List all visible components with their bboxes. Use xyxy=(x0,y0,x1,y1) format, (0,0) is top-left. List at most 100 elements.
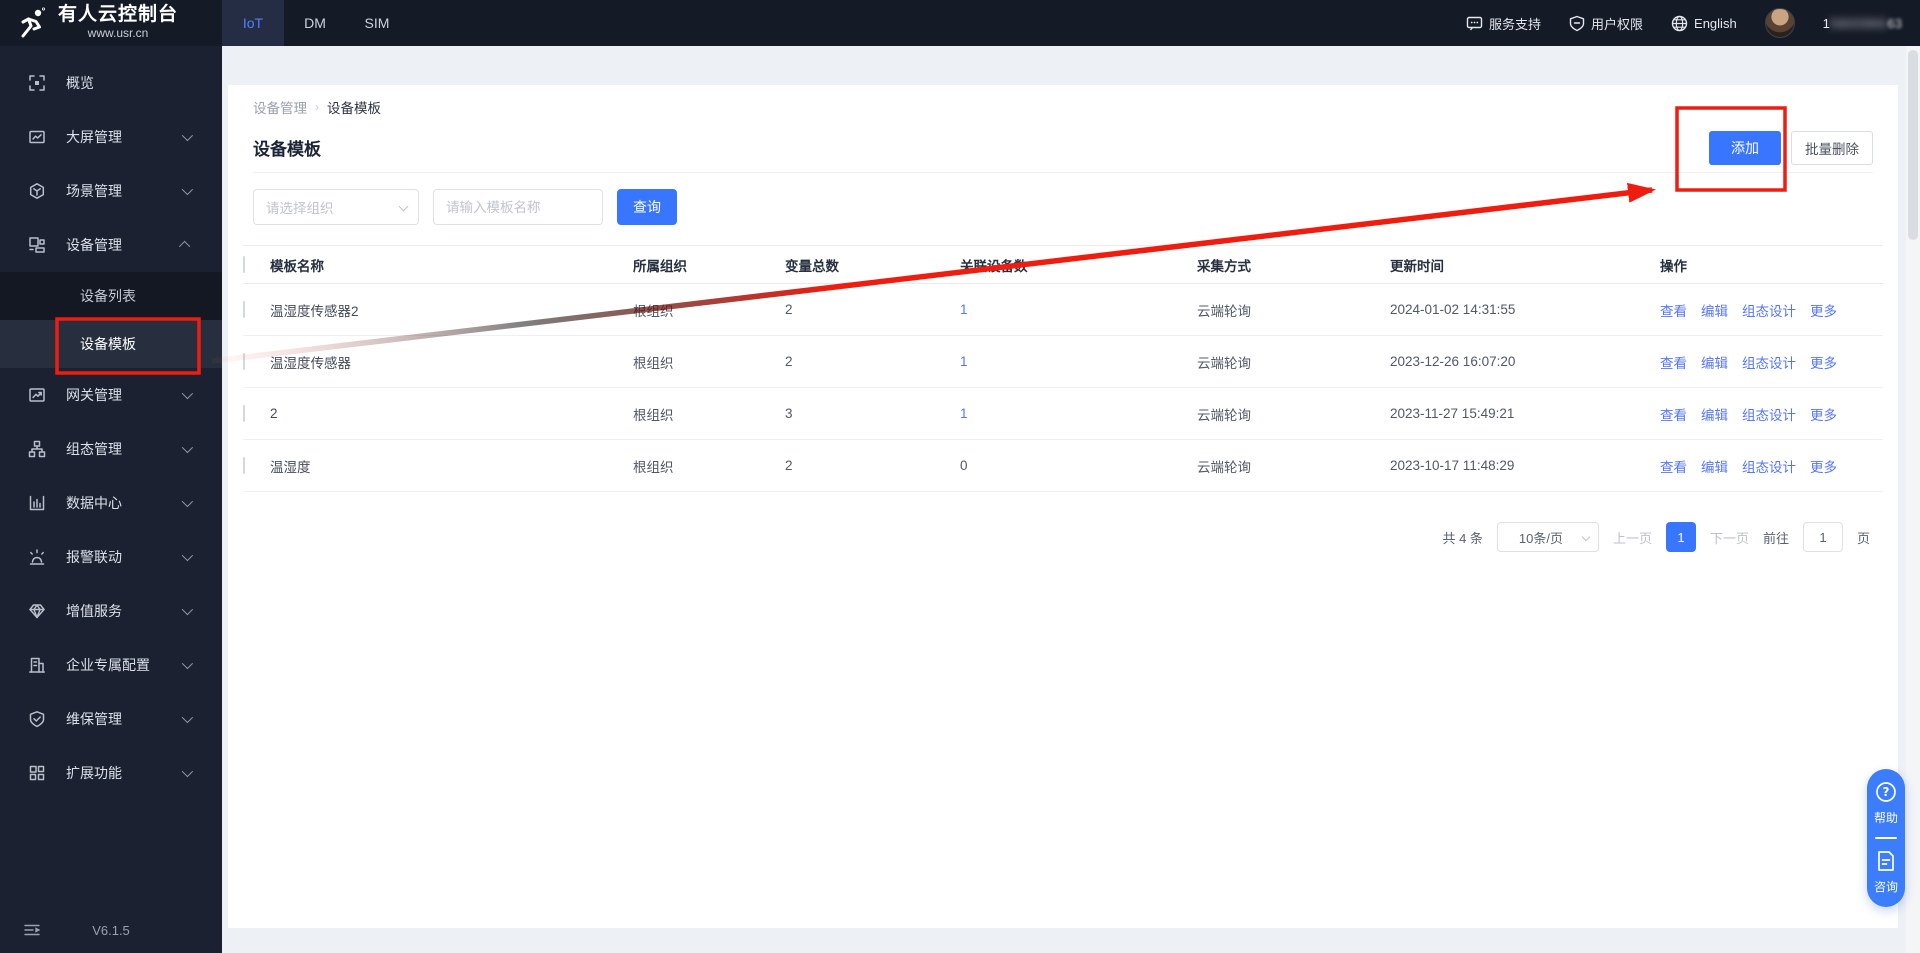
row-action-2[interactable]: 组态设计 xyxy=(1742,404,1796,424)
pagination: 共 4 条 10条/页 上一页 1 下一页 前往 页 xyxy=(253,522,1873,552)
row-checkbox[interactable] xyxy=(243,457,245,474)
cell-var-count: 3 xyxy=(785,406,793,421)
row-checkbox[interactable] xyxy=(243,353,245,370)
row-action-1[interactable]: 编辑 xyxy=(1701,352,1728,372)
sidebar-item-8[interactable]: 增值服务 xyxy=(0,584,222,638)
sidebar-item-7[interactable]: 报警联动 xyxy=(0,530,222,584)
goto-page-input[interactable] xyxy=(1802,522,1843,552)
row-checkbox[interactable] xyxy=(243,405,245,422)
consult-icon[interactable] xyxy=(1876,850,1896,872)
top-tab-sim[interactable]: SIM xyxy=(346,0,408,46)
top-tab-dm[interactable]: DM xyxy=(284,0,346,46)
collapse-sidebar-icon[interactable] xyxy=(24,922,41,938)
row-action-0[interactable]: 查看 xyxy=(1660,352,1687,372)
topbar-link-1[interactable]: 用户权限 xyxy=(1569,14,1643,33)
cell-template-name: 2 xyxy=(270,406,278,421)
sidebar-item-1[interactable]: 大屏管理 xyxy=(0,110,222,164)
template-name-input[interactable] xyxy=(433,189,603,225)
help-label[interactable]: 帮助 xyxy=(1874,809,1898,826)
cell-device-count[interactable]: 1 xyxy=(960,302,1197,317)
current-page-button[interactable]: 1 xyxy=(1665,522,1696,552)
row-action-2[interactable]: 组态设计 xyxy=(1742,456,1796,476)
cell-var-count: 2 xyxy=(785,302,793,317)
sidebar: 概览 大屏管理 场景管理 设备管理 设备列表 设备模板 网关管理 组态管理 数据中… xyxy=(0,46,222,953)
org-select[interactable]: 请选择组织 xyxy=(253,189,419,225)
breadcrumb-device-management[interactable]: 设备管理 xyxy=(253,97,307,117)
sidebar-item-5[interactable]: 组态管理 xyxy=(0,422,222,476)
sidebar-item-2[interactable]: 场景管理 xyxy=(0,164,222,218)
page-size-select[interactable]: 10条/页 xyxy=(1496,522,1599,552)
sidebar-item-11[interactable]: 扩展功能 xyxy=(0,746,222,800)
help-icon[interactable]: ? xyxy=(1875,781,1897,803)
maintenance-icon xyxy=(28,710,46,728)
row-action-3[interactable]: 更多 xyxy=(1810,456,1837,476)
select-all-checkbox[interactable] xyxy=(243,256,245,273)
sidebar-item-3[interactable]: 设备管理 xyxy=(0,218,222,272)
row-action-0[interactable]: 查看 xyxy=(1660,456,1687,476)
app-viewport: 有人云控制台 www.usr.cn IoT DM SIM 1 5800966 63 服务… xyxy=(0,0,1920,953)
topbar-link-0[interactable]: 服务支持 xyxy=(1466,14,1541,33)
sidebar-item-10[interactable]: 维保管理 xyxy=(0,692,222,746)
column-header: 更新时间 xyxy=(1390,258,1444,274)
sidebar-subitem-3-0[interactable]: 设备列表 xyxy=(0,272,222,320)
goto-label: 前往 xyxy=(1762,530,1789,546)
chat-icon xyxy=(1466,15,1483,32)
sidebar-item-6[interactable]: 数据中心 xyxy=(0,476,222,530)
brand[interactable]: 有人云控制台 www.usr.cn xyxy=(0,0,222,46)
avatar[interactable] xyxy=(1764,8,1795,38)
row-action-1[interactable]: 编辑 xyxy=(1701,300,1728,320)
row-action-3[interactable]: 更多 xyxy=(1810,352,1837,372)
sidebar-item-4[interactable]: 网关管理 xyxy=(0,368,222,422)
row-checkbox[interactable] xyxy=(243,301,245,318)
cell-device-count: 0 xyxy=(960,458,968,473)
goto-unit-label: 页 xyxy=(1856,530,1870,546)
chevron-down-icon xyxy=(181,129,194,142)
row-action-0[interactable]: 查看 xyxy=(1660,300,1687,320)
alarm-icon xyxy=(28,548,46,566)
chevron-down-icon xyxy=(1581,532,1591,542)
sidebar-item-0[interactable]: 概览 xyxy=(0,56,222,110)
cell-updated: 2023-12-26 16:07:20 xyxy=(1390,354,1516,369)
search-button[interactable]: 查询 xyxy=(617,189,677,225)
scrollbar-thumb[interactable] xyxy=(1908,50,1918,240)
cell-device-count[interactable]: 1 xyxy=(960,406,1197,421)
next-page-button[interactable]: 下一页 xyxy=(1710,528,1749,547)
sidebar-subitem-3-1[interactable]: 设备模板 xyxy=(0,320,222,368)
row-action-3[interactable]: 更多 xyxy=(1810,404,1837,424)
table-row-0: 温湿度传感器2 根组织 2 1 云端轮询 2024-01-02 14:31:55… xyxy=(243,284,1883,336)
table-header-row: 模板名称 所属组织 变量总数 关联设备数 采集方式 更新时间 操作 xyxy=(243,246,1883,284)
cell-method: 云端轮询 xyxy=(1197,459,1251,475)
add-button[interactable]: 添加 xyxy=(1709,130,1781,165)
topbar-link-2[interactable]: English xyxy=(1671,15,1737,32)
row-action-2[interactable]: 组态设计 xyxy=(1742,352,1796,372)
scada-icon xyxy=(28,440,46,458)
breadcrumb-separator-icon: › xyxy=(315,100,319,114)
chevron-down-icon xyxy=(181,603,194,616)
column-header: 关联设备数 xyxy=(960,258,1028,274)
batch-delete-button[interactable]: 批量删除 xyxy=(1791,130,1873,165)
username[interactable]: 1 5800966 63 xyxy=(1823,16,1902,31)
cell-device-count[interactable]: 1 xyxy=(960,354,1197,369)
row-action-3[interactable]: 更多 xyxy=(1810,300,1837,320)
sidebar-item-9[interactable]: 企业专属配置 xyxy=(0,638,222,692)
chevron-down-icon xyxy=(398,201,409,212)
consult-label[interactable]: 咨询 xyxy=(1874,878,1898,895)
row-action-0[interactable]: 查看 xyxy=(1660,404,1687,424)
row-action-2[interactable]: 组态设计 xyxy=(1742,300,1796,320)
big-screen-icon xyxy=(28,128,46,146)
top-tabs: IoT DM SIM xyxy=(222,0,408,46)
top-tab-iot[interactable]: IoT xyxy=(222,0,284,46)
redacted-text: 5800966 xyxy=(1829,15,1888,31)
cell-method: 云端轮询 xyxy=(1197,355,1251,371)
cell-template-name: 温湿度传感器 xyxy=(270,355,351,371)
table-row-3: 温湿度 根组织 2 0 云端轮询 2023-10-17 11:48:29 查看编… xyxy=(243,440,1883,492)
main-area: 设备管理 › 设备模板 设备模板 添加 批量删除 请选择组织 查询 xyxy=(222,46,1920,953)
cell-org: 根组织 xyxy=(633,303,674,319)
cell-operations: 查看 编辑 组态设计 更多 xyxy=(1660,352,1883,372)
page-scrollbar[interactable] xyxy=(1906,46,1920,953)
row-action-1[interactable]: 编辑 xyxy=(1701,456,1728,476)
topbar: 有人云控制台 www.usr.cn IoT DM SIM 1 5800966 63 服务… xyxy=(0,0,1920,46)
prev-page-button[interactable]: 上一页 xyxy=(1613,528,1652,547)
breadcrumb: 设备管理 › 设备模板 xyxy=(253,95,1873,119)
row-action-1[interactable]: 编辑 xyxy=(1701,404,1728,424)
